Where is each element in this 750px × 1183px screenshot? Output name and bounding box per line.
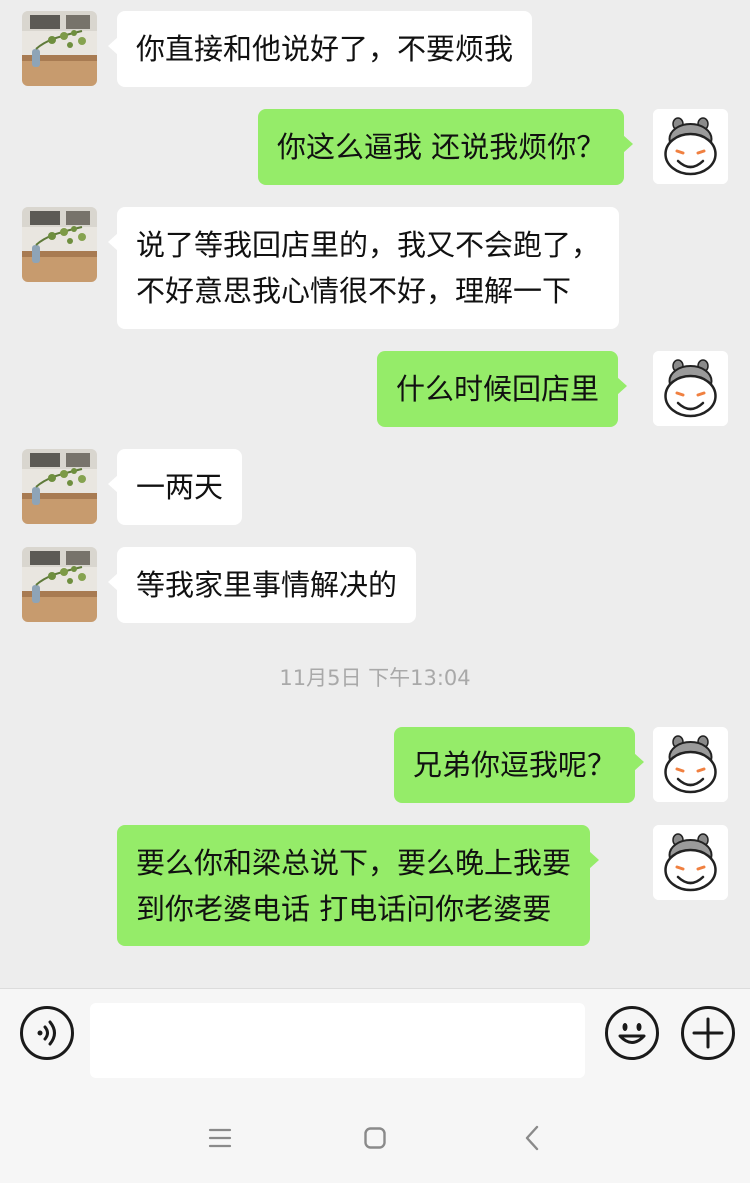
system-navigation-bar <box>0 1093 750 1183</box>
contact-avatar[interactable] <box>22 449 97 524</box>
message-text: 不好意思我心情很不好，理解一下 <box>136 274 572 308</box>
incoming-message-bubble[interactable]: 说了等我回店里的，我又不会跑了， 不好意思我心情很不好，理解一下 <box>107 207 620 329</box>
incoming-message-bubble[interactable]: 等我家里事情解决的 <box>107 547 417 623</box>
message-text: 到你老婆电话 打电话问你老婆要 <box>136 892 552 926</box>
message-text: 兄弟你逗我呢？ <box>413 748 617 782</box>
message-text: 你直接和他说好了，不要烦我 <box>136 32 514 66</box>
outgoing-message-bubble[interactable]: 什么时候回店里 <box>377 351 628 427</box>
message-timestamp: 11月5日 下午13:04 <box>279 666 471 690</box>
voice-icon <box>37 1020 56 1046</box>
message-text: 等我家里事情解决的 <box>136 568 398 602</box>
hippo-avatar-icon <box>653 727 728 802</box>
contact-avatar-image <box>22 207 97 282</box>
message-text: 说了等我回店里的，我又不会跑了， <box>136 228 601 262</box>
emoji-button[interactable] <box>605 1006 659 1060</box>
menu-icon[interactable] <box>208 1127 232 1149</box>
home-icon[interactable] <box>363 1126 387 1150</box>
add-button[interactable] <box>681 1006 735 1060</box>
message-text: 一两天 <box>136 470 224 504</box>
message-text: 什么时候回店里 <box>396 372 600 406</box>
message-input[interactable] <box>90 1003 585 1078</box>
outgoing-message-bubble[interactable]: 你这么逼我 还说我烦你？ <box>258 109 634 185</box>
hippo-avatar-icon <box>653 109 728 184</box>
contact-avatar-image <box>22 11 97 86</box>
voice-button[interactable] <box>20 1006 74 1060</box>
plus-icon <box>692 1017 724 1049</box>
my-avatar[interactable] <box>653 351 728 426</box>
outgoing-message-bubble[interactable]: 兄弟你逗我呢？ <box>394 727 645 803</box>
outgoing-message-bubble[interactable]: 要么你和梁总说下，要么晚上我要 到你老婆电话 打电话问你老婆要 <box>117 825 600 946</box>
input-bar <box>0 988 750 1093</box>
my-avatar[interactable] <box>653 727 728 802</box>
message-text: 你这么逼我 还说我烦你？ <box>277 130 606 164</box>
contact-avatar-image <box>22 449 97 524</box>
emoji-icon <box>618 1023 646 1044</box>
back-icon[interactable] <box>524 1125 540 1151</box>
hippo-avatar-icon <box>653 351 728 426</box>
my-avatar[interactable] <box>653 109 728 184</box>
my-avatar[interactable] <box>653 825 728 900</box>
hippo-avatar-icon <box>653 825 728 900</box>
contact-avatar[interactable] <box>22 547 97 622</box>
contact-avatar[interactable] <box>22 11 97 86</box>
incoming-message-bubble[interactable]: 一两天 <box>107 449 243 525</box>
message-text: 要么你和梁总说下，要么晚上我要 <box>136 846 572 880</box>
contact-avatar[interactable] <box>22 207 97 282</box>
chat-area[interactable]: 你直接和他说好了，不要烦我 你这么逼我 还说我烦你？ 说了等我回店里的，我又不会… <box>0 0 750 988</box>
incoming-message-bubble[interactable]: 你直接和他说好了，不要烦我 <box>107 11 533 87</box>
contact-avatar-image <box>22 547 97 622</box>
